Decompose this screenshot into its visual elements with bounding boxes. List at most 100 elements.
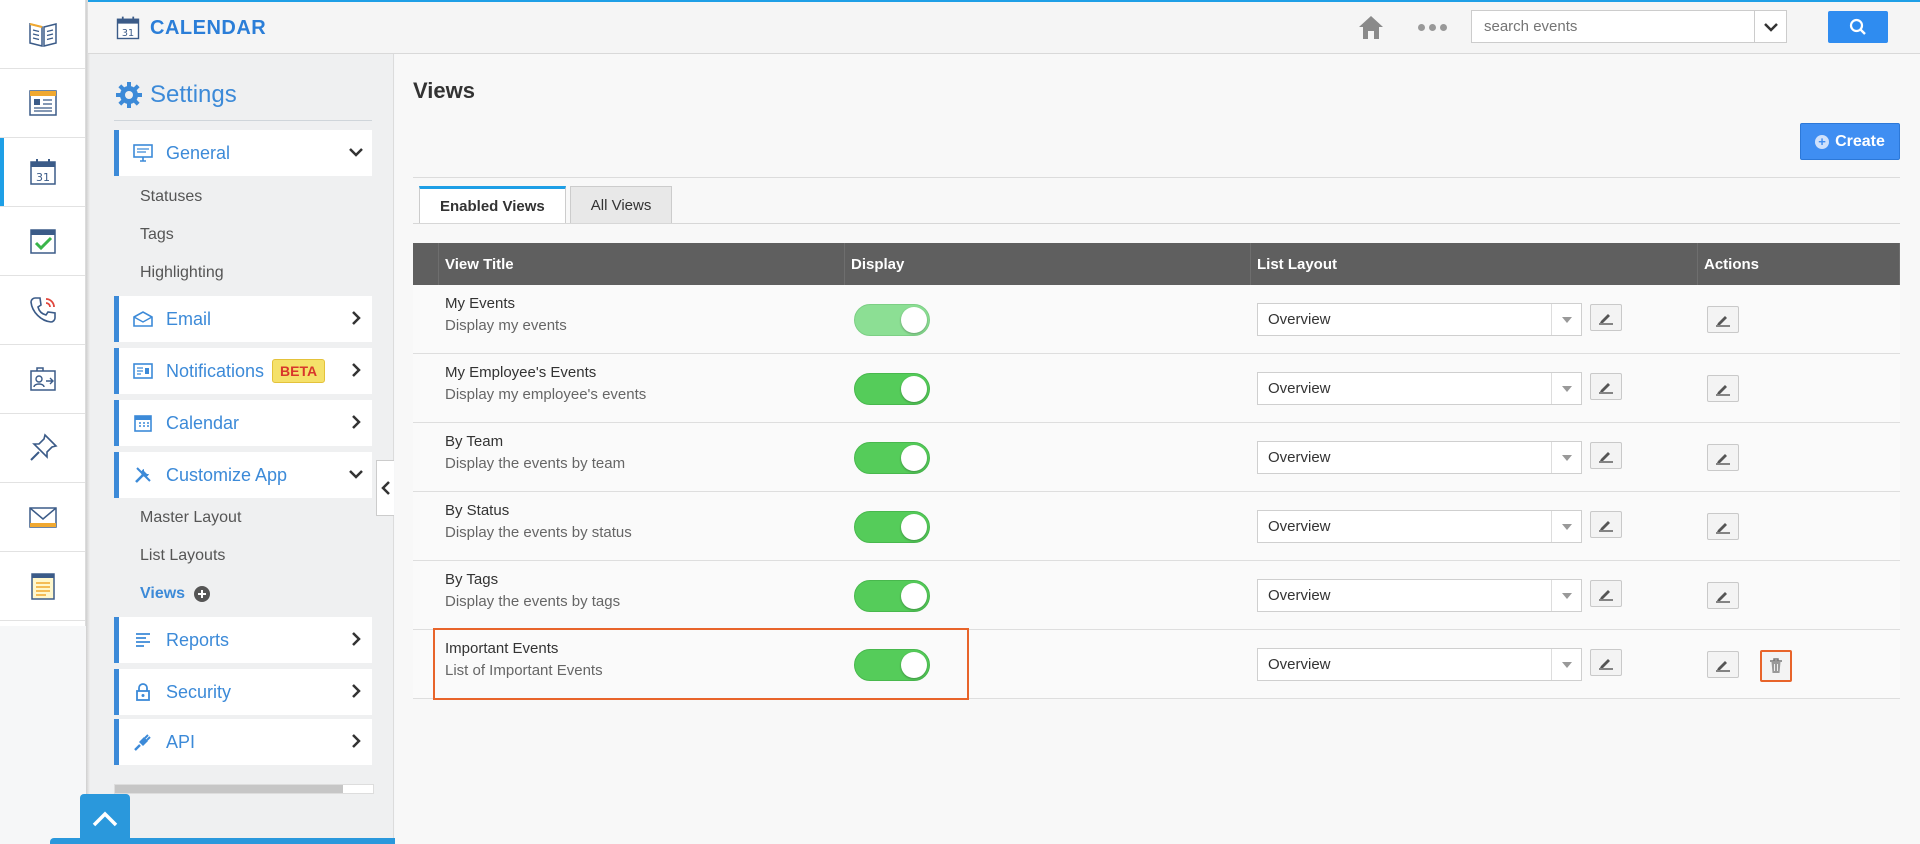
menu-item-security[interactable]: Security bbox=[114, 669, 372, 715]
menu-item-calendar[interactable]: Calendar bbox=[114, 400, 372, 446]
chevron-down-icon bbox=[1763, 22, 1778, 32]
table-row: By Team Display the events by team Overv… bbox=[413, 423, 1900, 492]
plus-circle-icon: + bbox=[1815, 134, 1830, 149]
list-layout-select[interactable]: Overview bbox=[1257, 579, 1582, 612]
sub-item-tags[interactable]: Tags bbox=[140, 226, 174, 244]
edit-view-button[interactable] bbox=[1707, 375, 1739, 402]
display-toggle[interactable] bbox=[854, 511, 930, 543]
list-layout-select[interactable]: Overview bbox=[1257, 372, 1582, 405]
menu-item-api[interactable]: API bbox=[114, 719, 372, 765]
trash-icon bbox=[1770, 658, 1782, 673]
toggle-knob bbox=[901, 376, 927, 402]
edit-view-button[interactable] bbox=[1707, 306, 1739, 333]
mail-icon bbox=[28, 507, 57, 528]
sub-item-label: Views bbox=[140, 585, 186, 602]
tab-enabled-views[interactable]: Enabled Views bbox=[419, 186, 566, 224]
sub-item-master-layout[interactable]: Master Layout bbox=[140, 509, 241, 527]
dropdown-arrow bbox=[1551, 649, 1581, 680]
pencil-icon bbox=[1599, 313, 1613, 325]
list-layout-select[interactable]: Overview bbox=[1257, 441, 1582, 474]
chevron-right-icon bbox=[352, 363, 361, 377]
menu-item-label: Reports bbox=[166, 629, 230, 650]
rail-item-book[interactable] bbox=[0, 0, 85, 69]
sub-item-highlighting[interactable]: Highlighting bbox=[140, 264, 224, 282]
view-title-cell: By Status Display the events by status bbox=[413, 492, 845, 560]
menu-item-customize-app[interactable]: Customize App bbox=[114, 452, 372, 498]
edit-view-button[interactable] bbox=[1707, 444, 1739, 471]
display-toggle[interactable] bbox=[854, 304, 930, 336]
caret-down-icon bbox=[1561, 385, 1572, 392]
create-button[interactable]: + Create bbox=[1800, 123, 1900, 160]
divider bbox=[114, 120, 372, 121]
view-title: By Status bbox=[445, 502, 510, 519]
list-layout-select[interactable]: Overview bbox=[1257, 648, 1582, 681]
dropdown-arrow bbox=[1551, 580, 1581, 611]
edit-view-button[interactable] bbox=[1707, 513, 1739, 540]
caret-down-icon bbox=[1561, 454, 1572, 461]
rail-item-tasks[interactable] bbox=[0, 207, 85, 276]
tab-all-views[interactable]: All Views bbox=[569, 186, 673, 224]
menu-item-label: Email bbox=[166, 308, 212, 329]
sub-item-statuses[interactable]: Statuses bbox=[140, 188, 202, 206]
rail-item-calls[interactable] bbox=[0, 276, 85, 345]
edit-view-button[interactable] bbox=[1707, 582, 1739, 609]
edit-layout-button[interactable] bbox=[1590, 373, 1622, 400]
table-row: By Status Display the events by status O… bbox=[413, 492, 1900, 561]
display-toggle[interactable] bbox=[854, 373, 930, 405]
horizontal-scrollbar[interactable] bbox=[114, 784, 374, 794]
sub-item-list-layouts[interactable]: List Layouts bbox=[140, 547, 225, 565]
view-title-cell: My Events Display my events bbox=[413, 285, 845, 353]
rail-item-calendar[interactable]: 31 bbox=[0, 138, 85, 207]
edit-layout-button[interactable] bbox=[1590, 304, 1622, 331]
add-circle-icon[interactable] bbox=[193, 585, 211, 603]
rail-item-notes[interactable] bbox=[0, 552, 85, 621]
rail-item-pin[interactable] bbox=[0, 414, 85, 483]
edit-layout-button[interactable] bbox=[1590, 649, 1622, 676]
search-input[interactable] bbox=[1472, 11, 1754, 42]
caret-down-icon bbox=[1561, 661, 1572, 668]
col-display: Display bbox=[845, 243, 1251, 285]
search-dropdown-button[interactable] bbox=[1754, 11, 1786, 42]
view-description: Display the events by status bbox=[445, 524, 632, 541]
monitor-icon bbox=[132, 142, 154, 164]
display-toggle[interactable] bbox=[854, 442, 930, 474]
more-options-icon[interactable] bbox=[1418, 24, 1447, 31]
col-view-title: View Title bbox=[439, 243, 845, 285]
pencil-icon bbox=[1716, 522, 1730, 534]
notes-icon bbox=[30, 573, 55, 600]
list-layout-select[interactable]: Overview bbox=[1257, 510, 1582, 543]
rail-item-contacts[interactable] bbox=[0, 345, 85, 414]
svg-text:31: 31 bbox=[36, 171, 50, 184]
settings-title-text: Settings bbox=[150, 81, 237, 108]
home-button[interactable] bbox=[1357, 14, 1385, 43]
menu-item-reports[interactable]: Reports bbox=[114, 617, 372, 663]
chevron-right-icon bbox=[352, 734, 361, 748]
display-toggle[interactable] bbox=[854, 580, 930, 612]
menu-item-label: Customize App bbox=[166, 464, 288, 485]
edit-view-button[interactable] bbox=[1707, 651, 1739, 678]
header-spacer bbox=[413, 243, 439, 285]
chevron-left-icon bbox=[380, 481, 390, 495]
view-tabs: Enabled Views All Views bbox=[419, 186, 673, 224]
display-toggle[interactable] bbox=[854, 649, 930, 681]
scroll-to-top-button[interactable] bbox=[80, 794, 130, 844]
envelope-icon bbox=[132, 308, 154, 330]
chevron-right-icon bbox=[352, 311, 361, 325]
rail-item-mail[interactable] bbox=[0, 483, 85, 552]
delete-view-button[interactable] bbox=[1760, 650, 1792, 682]
scrollbar-thumb[interactable] bbox=[115, 785, 343, 793]
svg-text:31: 31 bbox=[122, 28, 134, 39]
sub-item-views[interactable]: Views bbox=[140, 585, 211, 603]
table-row: My Employee's Events Display my employee… bbox=[413, 354, 1900, 423]
edit-layout-button[interactable] bbox=[1590, 442, 1622, 469]
menu-item-email[interactable]: Email bbox=[114, 296, 372, 342]
view-description: Display the events by team bbox=[445, 455, 626, 472]
list-layout-select[interactable]: Overview bbox=[1257, 303, 1582, 336]
edit-layout-button[interactable] bbox=[1590, 511, 1622, 538]
rail-item-news[interactable] bbox=[0, 69, 85, 138]
menu-item-notifications[interactable]: Notifications BETA bbox=[114, 348, 372, 394]
collapse-panel-button[interactable] bbox=[376, 460, 394, 516]
search-button[interactable] bbox=[1828, 11, 1888, 43]
edit-layout-button[interactable] bbox=[1590, 580, 1622, 607]
menu-item-general[interactable]: General bbox=[114, 130, 372, 176]
